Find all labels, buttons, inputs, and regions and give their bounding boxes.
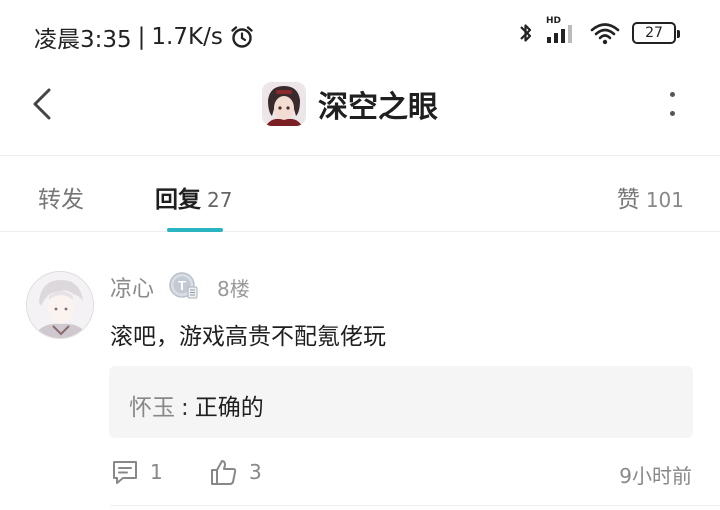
comment-button[interactable]: 1 <box>110 457 163 487</box>
back-arrow-icon <box>31 87 53 121</box>
tab-likes[interactable]: 赞 101 <box>617 180 684 214</box>
reply-separator: : <box>181 395 189 421</box>
status-time: 凌晨3:35 <box>34 27 132 53</box>
comment-item: 凉心 T 8楼 滚吧，游戏高贵不配氪佬玩 怀玉: 正确的 1 3 9小时前 <box>0 233 720 510</box>
network-type-label: HD <box>546 16 562 26</box>
divider <box>110 505 720 506</box>
wifi-icon <box>590 20 620 46</box>
status-separator: | <box>137 24 146 50</box>
svg-text:T: T <box>178 278 186 293</box>
title-wrap: 深空之眼 <box>262 82 438 126</box>
reply-text: 正确的 <box>194 395 264 421</box>
tab-forward[interactable]: 转发 <box>38 180 84 214</box>
like-icon <box>209 457 239 487</box>
tab-label: 转发 <box>38 187 84 213</box>
more-button[interactable] <box>660 86 684 122</box>
avatar[interactable] <box>26 271 94 339</box>
battery-icon: 27 <box>632 22 680 44</box>
floor-number: 8楼 <box>217 277 250 301</box>
status-left: 凌晨3:35 | 1.7K/s <box>34 20 255 54</box>
tab-label: 回复 <box>155 187 201 213</box>
comment-actions: 1 3 9小时前 <box>0 457 720 497</box>
network-speed: 1.7K/s <box>151 24 223 50</box>
tab-bar: 转发 回复 27 赞 101 <box>0 156 720 232</box>
tab-count: 27 <box>207 188 233 212</box>
tab-count: 101 <box>645 188 684 212</box>
alarm-icon <box>229 24 255 50</box>
signal-icon: HD <box>546 16 578 46</box>
header: 深空之眼 <box>0 70 720 156</box>
bluetooth-icon <box>518 20 534 46</box>
more-icon-dot <box>669 92 675 97</box>
back-button[interactable] <box>22 84 62 124</box>
active-tab-indicator <box>167 228 223 232</box>
comment-icon <box>110 457 140 487</box>
page-title: 深空之眼 <box>318 90 438 125</box>
game-icon[interactable] <box>262 82 306 126</box>
like-button[interactable]: 3 <box>209 457 262 487</box>
tab-label: 赞 <box>616 187 640 213</box>
tab-replies[interactable]: 回复 27 <box>155 180 232 214</box>
reply-username[interactable]: 怀玉 <box>129 395 175 421</box>
status-right: HD 27 <box>518 16 680 46</box>
comment-time: 9小时前 <box>619 464 692 488</box>
like-count: 3 <box>249 460 262 484</box>
reply-preview[interactable]: 怀玉: 正确的 <box>109 366 693 438</box>
status-bar: 凌晨3:35 | 1.7K/s HD 27 <box>0 0 720 70</box>
comment-count: 1 <box>150 460 163 484</box>
level-badge-icon: T <box>167 269 199 301</box>
more-icon-dot <box>669 111 675 116</box>
comment-text: 滚吧，游戏高贵不配氪佬玩 <box>110 324 386 350</box>
battery-level: 27 <box>645 25 663 41</box>
comment-username[interactable]: 凉心 <box>110 271 154 303</box>
